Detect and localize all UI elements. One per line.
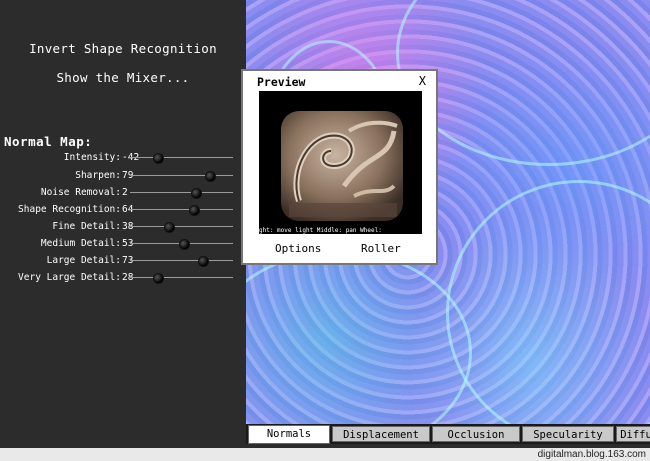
options-button[interactable]: Options (275, 242, 321, 255)
show-mixer-button[interactable]: Show the Mixer... (0, 70, 246, 85)
slider-label: Sharpen: (75, 170, 121, 181)
slider-label: Intensity: (63, 152, 121, 163)
tab-specularity[interactable]: Specularity (522, 426, 614, 442)
slider-knob[interactable] (178, 239, 190, 250)
slider-knob[interactable] (164, 222, 176, 233)
tab-occlusion[interactable]: Occlusion (432, 426, 520, 442)
preview-title: Preview (257, 75, 306, 89)
slider-track[interactable] (130, 226, 233, 227)
slider-row: Medium Detail: 53 (0, 235, 246, 252)
slider-row: Sharpen: 79 (0, 167, 246, 184)
slider-label: Shape Recognition: (18, 204, 121, 215)
slider-track[interactable] (130, 209, 233, 210)
slider-row: Shape Recognition: 64 (0, 201, 246, 218)
slider-track[interactable] (130, 175, 233, 176)
slider-track[interactable] (130, 157, 233, 158)
tab-normals[interactable]: Normals (248, 425, 330, 444)
watermark: digitalman.blog.163.com (537, 449, 646, 460)
preview-window: Preview X ght: move light Middle: pan Wh… (241, 69, 438, 265)
tab-diffu[interactable]: Diffu (616, 426, 650, 442)
map-tab-bar: Normals Displacement Occlusion Specularity D… (246, 424, 650, 444)
section-title-normal-map: Normal Map: (4, 134, 93, 149)
slider-row: Noise Removal: 2 (0, 184, 246, 201)
preview-render[interactable]: ght: move light Middle: pan Wheel: (259, 91, 422, 234)
tab-displacement[interactable]: Displacement (332, 426, 430, 442)
slider-row: Fine Detail: 38 (0, 218, 246, 235)
slider-knob[interactable] (152, 153, 164, 164)
preview-hint: ght: move light Middle: pan Wheel: (259, 227, 382, 234)
slider-label: Noise Removal: (40, 187, 121, 198)
slider-row: Large Detail: 73 (0, 252, 246, 269)
texture-swirl (246, 250, 472, 424)
slider-row: Very Large Detail: 28 (0, 269, 246, 286)
slider-label: Very Large Detail: (18, 272, 121, 283)
slider-track[interactable] (130, 192, 233, 193)
close-icon[interactable]: X (419, 74, 426, 88)
carved-stone-preview (281, 111, 403, 221)
slider-label: Fine Detail: (52, 221, 121, 232)
slider-label: Large Detail: (46, 255, 121, 266)
slider-row: Intensity:-42 (0, 149, 246, 166)
slider-knob[interactable] (198, 256, 210, 267)
settings-panel: Invert Shape Recognition Show the Mixer.… (0, 0, 246, 448)
slider-knob[interactable] (205, 171, 217, 182)
slider-knob[interactable] (190, 188, 202, 199)
slider-label: Medium Detail: (40, 238, 121, 249)
slider-value: 2 (122, 187, 128, 198)
slider-knob[interactable] (152, 273, 164, 284)
invert-shape-recognition-button[interactable]: Invert Shape Recognition (0, 41, 246, 56)
slider-track[interactable] (130, 277, 233, 278)
roller-button[interactable]: Roller (361, 242, 401, 255)
texture-swirl (446, 180, 650, 424)
slider-knob[interactable] (188, 205, 200, 216)
slider-track[interactable] (130, 260, 233, 261)
